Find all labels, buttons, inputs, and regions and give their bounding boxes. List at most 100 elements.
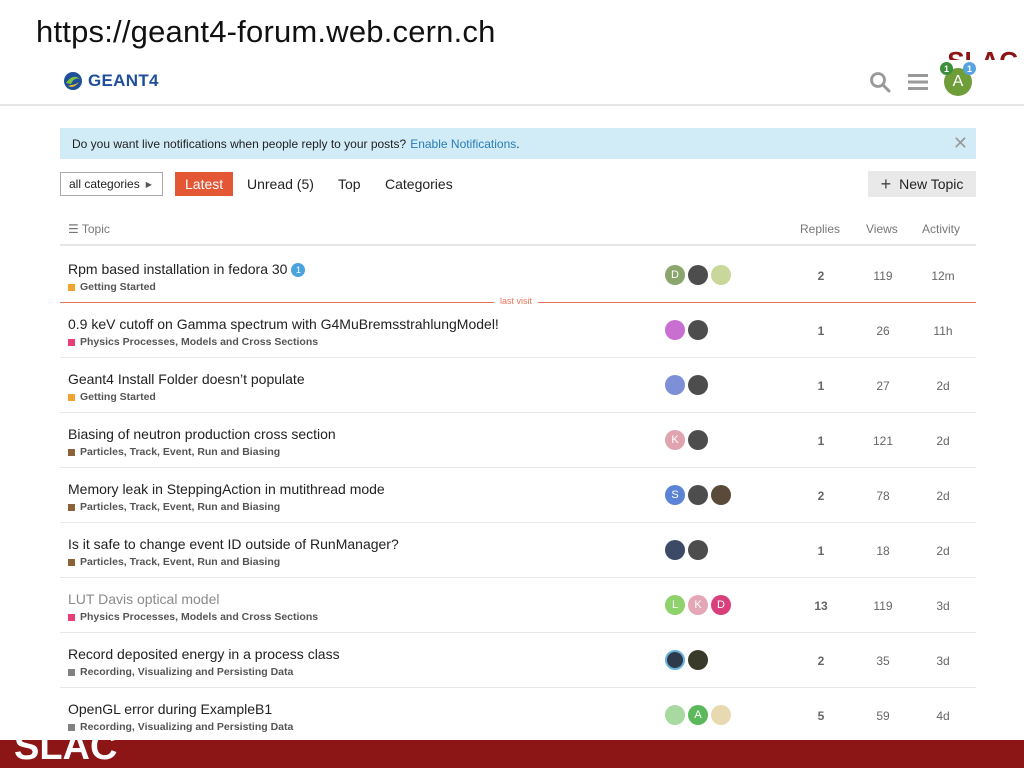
topic-category[interactable]: Particles, Track, Event, Run and Biasing (68, 556, 280, 568)
slide-url-title: https://geant4-forum.web.cern.ch (36, 14, 496, 49)
topic-row[interactable]: Memory leak in SteppingAction in mutithr… (60, 469, 976, 523)
topic-list-header: ☰ Topic Replies Views Activity (60, 214, 976, 246)
topic-posters: K (665, 430, 708, 450)
topic-title[interactable]: OpenGL error during ExampleB1 (68, 701, 272, 717)
topic-title[interactable]: Record deposited energy in a process cla… (68, 646, 340, 662)
poster-avatar[interactable]: D (665, 265, 685, 285)
topic-title[interactable]: Is it safe to change event ID outside of… (68, 536, 399, 552)
topic-row[interactable]: LUT Davis optical model Physics Processe… (60, 579, 976, 633)
enable-notifications-link[interactable]: Enable Notifications (410, 137, 516, 151)
activity-time[interactable]: 11h (923, 324, 963, 338)
category-color-swatch (68, 668, 75, 676)
topic-posters (665, 540, 708, 560)
activity-column-header[interactable]: Activity (922, 222, 960, 236)
reply-count: 5 (817, 709, 825, 723)
reply-count: 1 (817, 544, 825, 558)
category-dropdown-label: all categories (69, 177, 140, 191)
poster-avatar[interactable] (665, 375, 685, 395)
replies-column-header[interactable]: Replies (800, 222, 840, 236)
view-count: 119 (873, 599, 893, 613)
topic-posters: D (665, 265, 731, 285)
topic-row[interactable]: Biasing of neutron production cross sect… (60, 414, 976, 468)
category-color-swatch (68, 613, 75, 621)
topic-nav: all categories ▶ Latest Unread (5) Top C… (60, 171, 976, 197)
poster-avatar[interactable]: K (665, 430, 685, 450)
category-color-swatch (68, 448, 75, 456)
notification-badge-green: 1 (940, 62, 953, 75)
search-button[interactable] (868, 70, 892, 94)
category-color-swatch (68, 558, 75, 566)
activity-time[interactable]: 3d (923, 599, 963, 613)
topic-category[interactable]: Physics Processes, Models and Cross Sect… (68, 611, 318, 623)
view-count: 27 (876, 379, 890, 393)
forum-header: GEANT4 A 1 1 (0, 60, 1024, 106)
tab-latest[interactable]: Latest (175, 172, 234, 196)
poster-avatar[interactable]: D (711, 595, 731, 615)
notification-banner: Do you want live notifications when peop… (60, 128, 976, 159)
poster-avatar[interactable] (665, 705, 685, 725)
view-count: 59 (876, 709, 890, 723)
list-icon: ☰ (68, 222, 82, 236)
activity-time[interactable]: 2d (923, 489, 963, 503)
tab-top[interactable]: Top (338, 172, 361, 196)
plus-icon: + (880, 174, 892, 194)
topic-row[interactable]: Record deposited energy in a process cla… (60, 634, 976, 688)
topic-title[interactable]: Memory leak in SteppingAction in mutithr… (68, 481, 385, 497)
poster-avatar[interactable]: K (688, 595, 708, 615)
view-count: 26 (876, 324, 890, 338)
poster-avatar[interactable]: A (688, 705, 708, 725)
topic-category[interactable]: Particles, Track, Event, Run and Biasing (68, 501, 280, 513)
topic-title[interactable]: Geant4 Install Folder doesn’t populate (68, 371, 305, 387)
close-icon[interactable]: ✕ (953, 134, 968, 152)
topic-category[interactable]: Physics Processes, Models and Cross Sect… (68, 336, 318, 348)
activity-time[interactable]: 12m (923, 269, 963, 283)
activity-time[interactable]: 2d (923, 379, 963, 393)
topic-row[interactable]: Rpm based installation in fedora 30 1 Get… (60, 249, 976, 303)
topic-row[interactable]: OpenGL error during ExampleB1 Recording,… (60, 689, 976, 740)
topic-title[interactable]: Biasing of neutron production cross sect… (68, 426, 336, 442)
poster-avatar[interactable] (711, 265, 731, 285)
poster-avatar[interactable] (688, 540, 708, 560)
views-column-header[interactable]: Views (866, 222, 898, 236)
topic-row[interactable]: 0.9 keV cutoff on Gamma spectrum with G4… (60, 304, 976, 358)
poster-avatar[interactable] (688, 485, 708, 505)
poster-avatar[interactable]: L (665, 595, 685, 615)
caret-right-icon: ▶ (145, 179, 152, 189)
poster-avatar[interactable] (688, 320, 708, 340)
topic-category[interactable]: Recording, Visualizing and Persisting Da… (68, 666, 293, 678)
category-dropdown[interactable]: all categories ▶ (60, 172, 163, 196)
poster-avatar[interactable] (665, 540, 685, 560)
poster-avatar[interactable] (665, 320, 685, 340)
topic-title[interactable]: LUT Davis optical model (68, 591, 219, 607)
new-topic-button[interactable]: + New Topic (868, 171, 976, 197)
topic-title[interactable]: 0.9 keV cutoff on Gamma spectrum with G4… (68, 316, 499, 332)
view-count: 78 (876, 489, 890, 503)
tab-categories[interactable]: Categories (385, 172, 453, 196)
poster-avatar[interactable] (688, 375, 708, 395)
view-count: 121 (872, 434, 894, 448)
topic-row[interactable]: Is it safe to change event ID outside of… (60, 524, 976, 578)
poster-avatar[interactable] (688, 430, 708, 450)
user-avatar-button[interactable]: A 1 1 (940, 62, 976, 96)
geant4-logo[interactable]: GEANT4 (62, 70, 159, 92)
activity-time[interactable]: 3d (923, 654, 963, 668)
poster-avatar[interactable] (711, 485, 731, 505)
activity-time[interactable]: 2d (923, 434, 963, 448)
tab-unread[interactable]: Unread (5) (247, 172, 314, 196)
category-color-swatch (68, 503, 75, 511)
poster-avatar[interactable] (688, 650, 708, 670)
activity-time[interactable]: 2d (923, 544, 963, 558)
poster-avatar[interactable] (688, 265, 708, 285)
topic-category[interactable]: Particles, Track, Event, Run and Biasing (68, 446, 280, 458)
topic-category[interactable]: Getting Started (68, 281, 156, 293)
poster-avatar[interactable]: S (665, 485, 685, 505)
menu-button[interactable] (906, 70, 930, 94)
topic-row[interactable]: Geant4 Install Folder doesn’t populate G… (60, 359, 976, 413)
topic-column-header[interactable]: ☰ Topic (68, 222, 110, 236)
topic-title[interactable]: Rpm based installation in fedora 30 1 (68, 261, 306, 277)
topic-category[interactable]: Getting Started (68, 391, 156, 403)
new-posts-badge[interactable]: 1 (291, 263, 306, 277)
poster-avatar[interactable] (711, 705, 731, 725)
activity-time[interactable]: 4d (923, 709, 963, 723)
poster-avatar[interactable] (665, 650, 685, 670)
